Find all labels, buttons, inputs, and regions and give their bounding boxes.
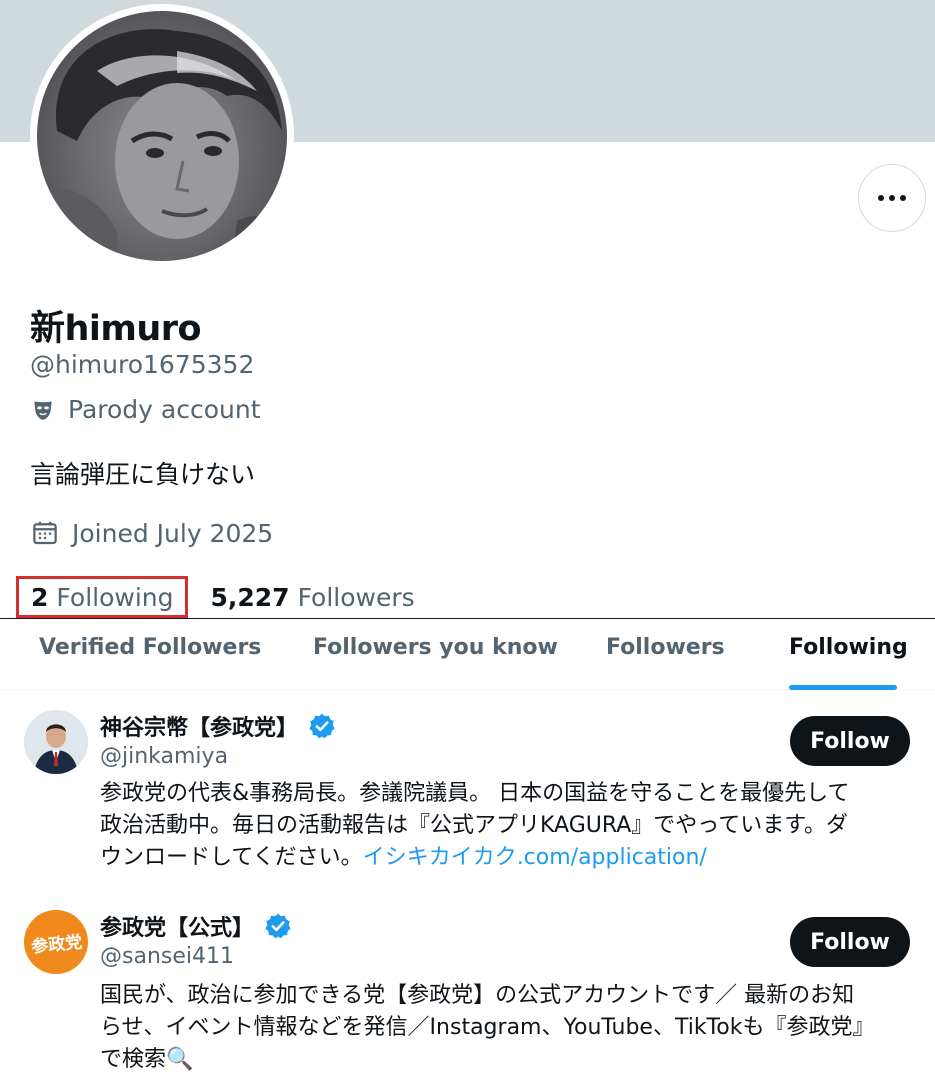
- following-count-link[interactable]: 2 Following: [16, 576, 189, 618]
- user-bio-line: で検索🔍: [100, 1047, 194, 1072]
- more-options-button[interactable]: [858, 164, 926, 232]
- user-bio: 参政党の代表&事務局長。参議院議員。 日本の国益を守ることを最優先して 政治活動…: [100, 778, 910, 874]
- user-display-name: 参政党【公式】: [100, 916, 255, 941]
- verified-badge-icon: [265, 913, 291, 939]
- profile-avatar-frame[interactable]: [30, 4, 294, 268]
- more-dot-icon: [878, 195, 884, 201]
- user-bio-line: 参政党の代表&事務局長。参議院議員。 日本の国益を守ることを最優先して: [100, 781, 850, 806]
- tab-followers-you-know[interactable]: Followers you know: [313, 635, 558, 660]
- verified-badge-icon: [309, 713, 335, 739]
- avatar-logo-text: 参政党: [29, 931, 83, 958]
- user-display-name: 神谷宗幣【参政党】: [100, 716, 299, 741]
- more-dot-icon: [900, 195, 906, 201]
- user-bio: 国民が、政治に参加できる党【参政党】の公式アカウントです／ 最新のお知 らせ、イ…: [100, 980, 910, 1076]
- tab-verified-followers[interactable]: Verified Followers: [39, 635, 261, 660]
- profile-display-name: 新himuro: [30, 309, 202, 349]
- parody-mask-icon: [34, 400, 52, 420]
- parody-account-text: Parody account: [68, 395, 261, 424]
- joined-date: Joined July 2025: [30, 518, 273, 548]
- user-bio-line: 国民が、政治に参加できる党【参政党】の公式アカウントです／ 最新のお知: [100, 983, 855, 1008]
- followers-label: Followers: [297, 582, 415, 612]
- more-dot-icon: [889, 195, 895, 201]
- user-avatar[interactable]: [24, 710, 88, 774]
- user-name[interactable]: 参政党【公式】: [100, 910, 292, 942]
- user-name[interactable]: 神谷宗幣【参政党】: [100, 710, 336, 742]
- parody-account-label[interactable]: Parody account: [30, 395, 261, 424]
- user-bio-text: ウンロードしてください。: [100, 845, 363, 870]
- following-count: 2: [31, 582, 49, 612]
- joined-text: Joined July 2025: [72, 518, 274, 548]
- user-bio-link[interactable]: イシキカイカク.com/application/: [363, 845, 707, 870]
- user-bio-line: らせ、イベント情報などを発信／Instagram、YouTube、TikTokも…: [100, 1015, 875, 1040]
- followers-count-link[interactable]: 5,227 Followers: [210, 583, 414, 612]
- user-handle: @jinkamiya: [100, 744, 229, 769]
- follow-stats: 2 Following 5,227 Followers: [16, 576, 415, 618]
- profile-page: 新himuro @himuro1675352 Parody account 言論…: [0, 0, 935, 1080]
- list-item[interactable]: 参政党 参政党【公式】 @sansei411 Follow 国民が、政治に参加で…: [0, 900, 935, 1080]
- follow-tabs: Verified Followers Followers you know Fo…: [0, 618, 935, 690]
- follow-button[interactable]: Follow: [790, 716, 910, 766]
- user-bio-line: 政治活動中。毎日の活動報告は『公式アプリKAGURA』でやっています。ダ: [100, 813, 849, 838]
- follow-button[interactable]: Follow: [790, 917, 910, 967]
- following-label: Following: [56, 582, 174, 612]
- profile-avatar[interactable]: [37, 11, 287, 261]
- profile-handle: @himuro1675352: [30, 350, 255, 379]
- followers-count: 5,227: [210, 582, 290, 612]
- list-item[interactable]: 神谷宗幣【参政党】 @jinkamiya Follow 参政党の代表&事務局長。…: [0, 700, 935, 900]
- active-tab-indicator: [789, 685, 897, 690]
- user-bio-line: ウンロードしてください。イシキカイカク.com/application/: [100, 842, 910, 874]
- profile-bio: 言論弾圧に負けない: [30, 460, 256, 489]
- tab-followers[interactable]: Followers: [606, 635, 725, 660]
- user-handle: @sansei411: [100, 944, 234, 969]
- user-avatar[interactable]: 参政党: [24, 910, 88, 974]
- tab-following[interactable]: Following: [789, 635, 908, 660]
- calendar-icon: [33, 521, 57, 545]
